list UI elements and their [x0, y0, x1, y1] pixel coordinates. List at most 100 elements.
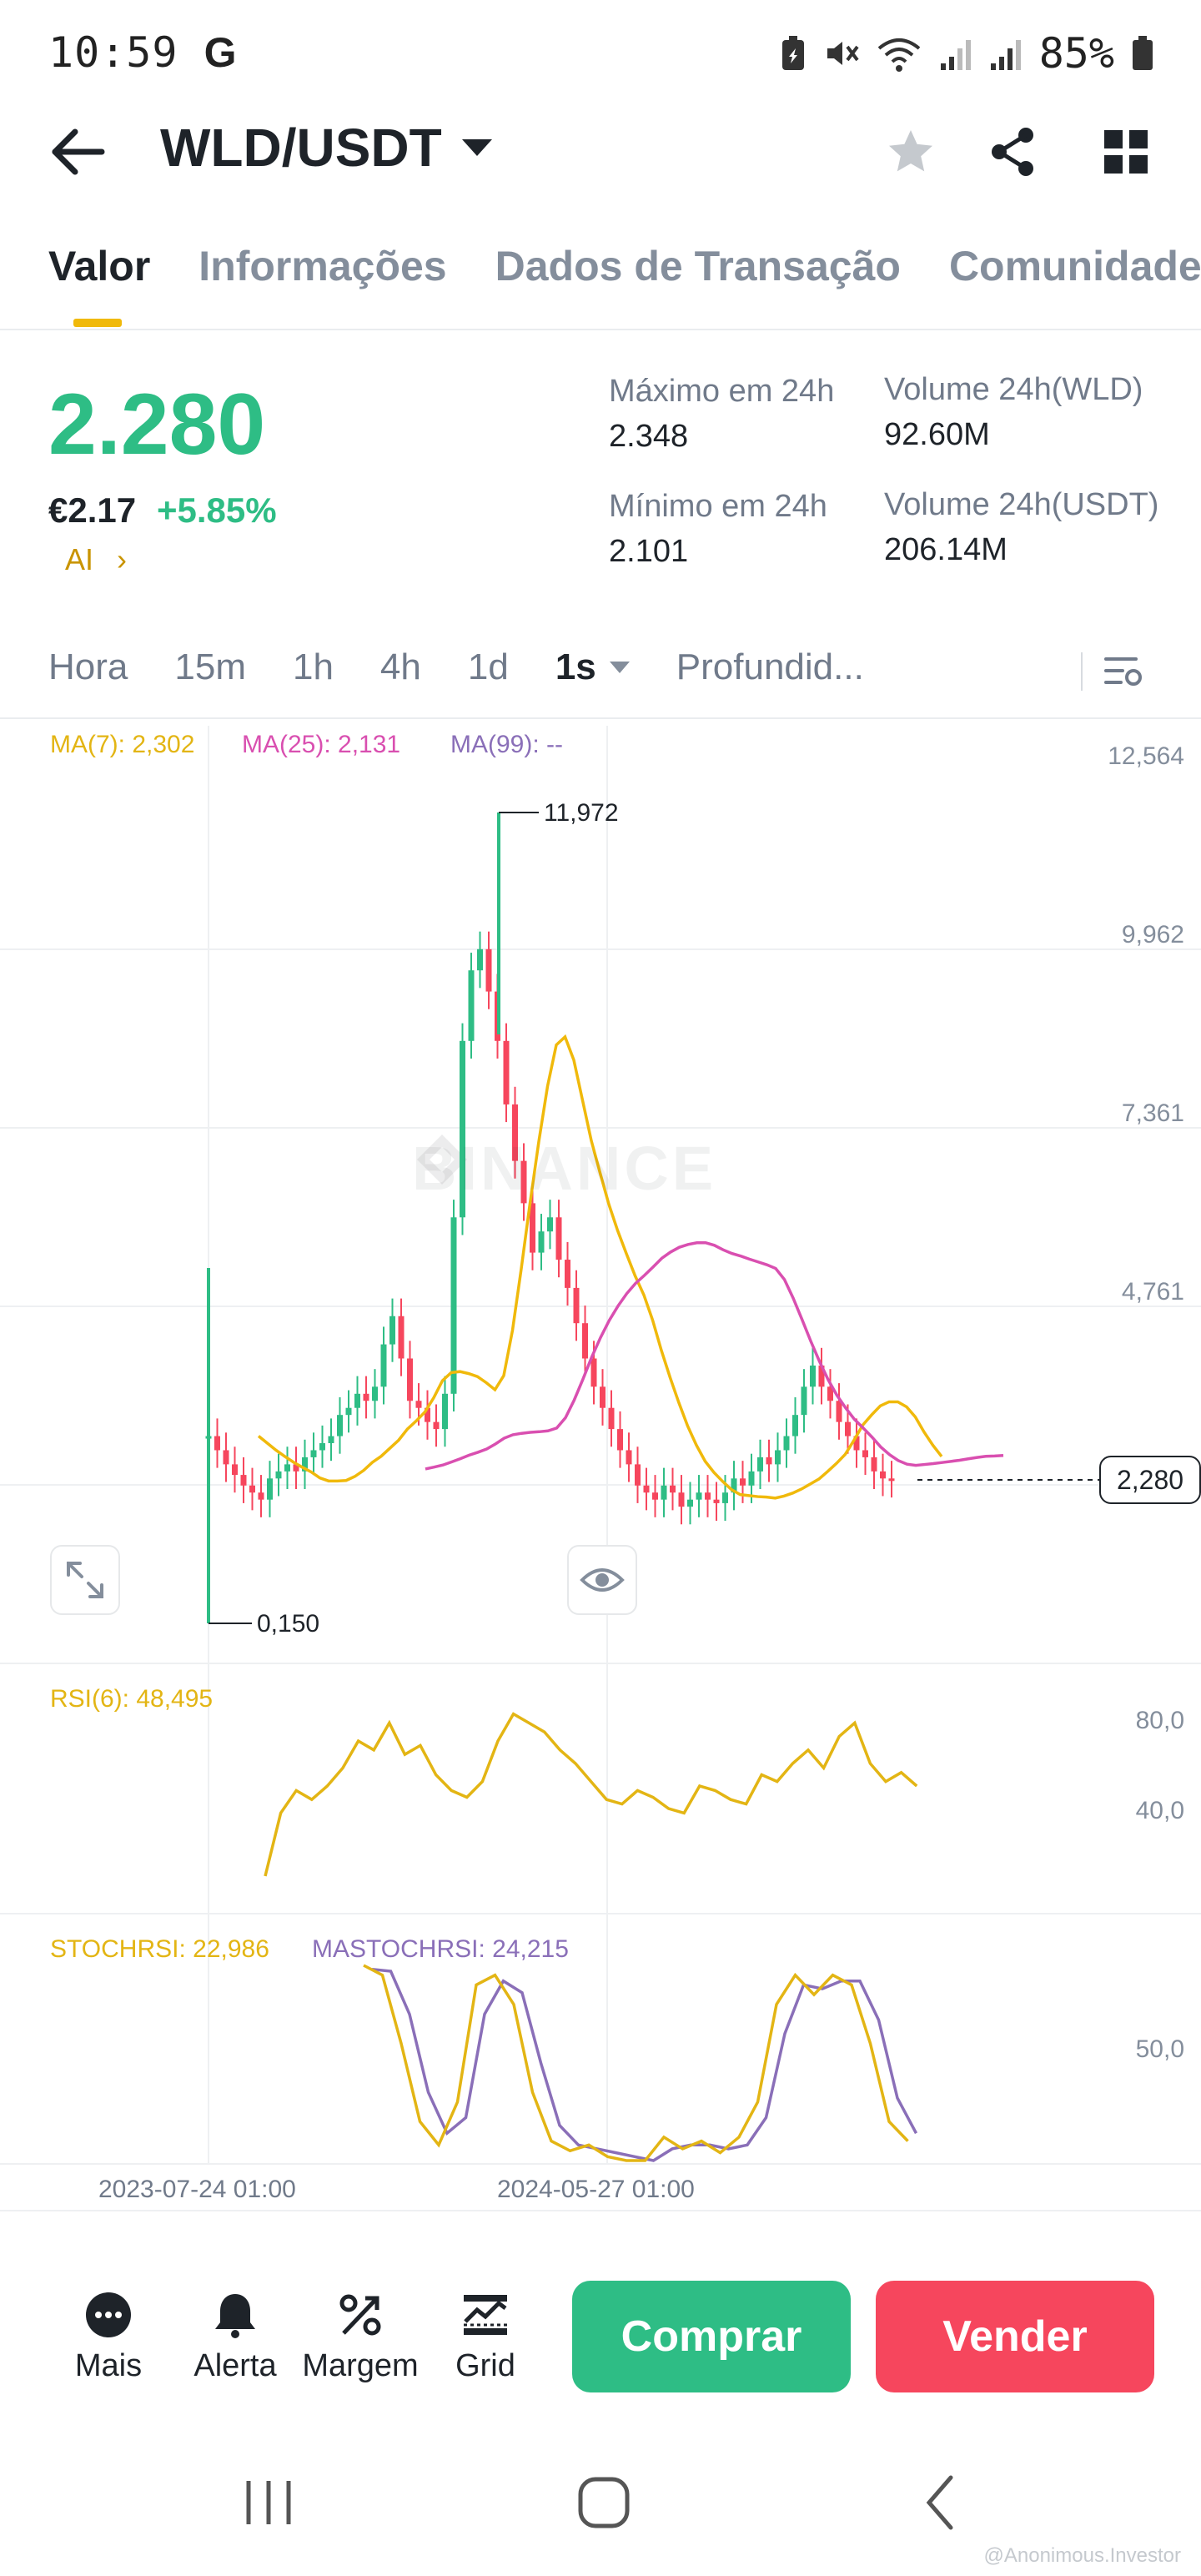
back-nav-icon[interactable]	[907, 2469, 974, 2536]
candle-body	[284, 1464, 290, 1472]
margin-label: Margem	[302, 2348, 419, 2383]
candle-body	[888, 1478, 895, 1482]
y-tick: 7,361	[1121, 1099, 1184, 1127]
candle-body	[398, 1316, 405, 1359]
candle-body	[783, 1436, 790, 1451]
candle-body	[617, 1429, 623, 1451]
candle-body	[310, 1450, 317, 1457]
candle-body	[354, 1393, 360, 1408]
candlesticks	[205, 813, 895, 1623]
candle-body	[748, 1471, 755, 1486]
kline-chart[interactable]	[0, 0, 1201, 2252]
candle-body	[836, 1401, 842, 1422]
candle-body	[345, 1407, 352, 1416]
more-button[interactable]: Mais	[50, 2290, 167, 2384]
candle-body	[372, 1386, 378, 1401]
ma7-legend: MA(7): 2,302	[50, 731, 195, 758]
candle-body	[249, 1485, 255, 1493]
candle-body	[433, 1421, 440, 1430]
high-value-label: 11,972	[544, 799, 619, 827]
alert-button[interactable]: Alerta	[177, 2290, 294, 2384]
rsi-line	[264, 1712, 918, 1877]
stochrsi-line	[363, 1964, 909, 2162]
candle-body	[267, 1478, 273, 1500]
candle-body	[635, 1464, 641, 1486]
candle-body	[389, 1316, 395, 1345]
candle-body	[573, 1287, 580, 1324]
candle-body	[240, 1475, 247, 1486]
candle-body	[415, 1401, 422, 1408]
recent-apps-icon[interactable]	[235, 2469, 302, 2536]
candle-body	[258, 1492, 264, 1500]
ma25-line	[425, 1241, 1004, 1471]
mastochrsi-line	[371, 1967, 918, 2162]
ma99-legend: MA(99): --	[450, 731, 563, 758]
visibility-button[interactable]	[567, 1545, 637, 1615]
mastochrsi-legend: MASTOCHRSI: 24,215	[312, 1935, 569, 1963]
candle-body	[363, 1393, 369, 1401]
candle-body	[565, 1260, 570, 1288]
candle-body	[713, 1499, 720, 1503]
candle-body	[380, 1344, 387, 1387]
margin-button[interactable]: Margem	[302, 2290, 419, 2384]
grid-bot-button[interactable]: Grid	[427, 2290, 544, 2384]
candle-body	[766, 1457, 772, 1465]
candle-body	[608, 1407, 615, 1430]
candle-body	[696, 1492, 702, 1500]
rsi-tick: 40,0	[1135, 1797, 1184, 1824]
candle-body	[661, 1485, 667, 1500]
x-date: 2024-05-27 01:00	[497, 2176, 695, 2203]
candle-body	[223, 1450, 229, 1465]
candle-body	[880, 1471, 886, 1479]
low-value-label: 0,150	[257, 1610, 320, 1638]
stochrsi-legend: STOCHRSI: 22,986	[50, 1935, 269, 1963]
chart-watermark: BINANCE	[412, 1134, 717, 1203]
candle-body	[407, 1358, 413, 1401]
candle-body	[538, 1231, 545, 1253]
y-tick: 9,962	[1121, 921, 1184, 948]
ma25-legend: MA(25): 2,131	[242, 731, 401, 758]
candle-body	[862, 1450, 868, 1457]
rsi-legend: RSI(6): 48,495	[50, 1685, 214, 1713]
candle-body	[626, 1450, 632, 1465]
candle-body	[555, 1217, 562, 1260]
more-icon	[83, 2290, 133, 2340]
candle-body	[450, 1217, 457, 1394]
candle-body	[442, 1393, 448, 1430]
buy-button[interactable]: Comprar	[572, 2281, 851, 2392]
margin-icon	[335, 2290, 385, 2340]
current-price-tag: 2,280	[1099, 1456, 1201, 1504]
candle-body	[845, 1421, 851, 1436]
candle-body	[705, 1492, 711, 1500]
candle-body	[214, 1436, 220, 1451]
candle-body	[652, 1492, 658, 1500]
candle-body	[600, 1386, 606, 1408]
more-label: Mais	[74, 2348, 143, 2383]
candle-body	[319, 1443, 325, 1451]
chart-grid	[0, 726, 1201, 2211]
candle-body	[590, 1358, 597, 1387]
candle-body	[722, 1492, 728, 1503]
eye-icon	[580, 1568, 625, 1592]
candle-body	[485, 948, 492, 992]
candle-body	[687, 1499, 693, 1507]
stoch-tick: 50,0	[1135, 2035, 1184, 2063]
grid-bot-label: Grid	[455, 2348, 515, 2383]
home-icon[interactable]	[570, 2469, 637, 2536]
candle-body	[477, 948, 483, 971]
sell-button[interactable]: Vender	[876, 2281, 1154, 2392]
y-tick: 12,564	[1108, 742, 1184, 770]
credit-watermark: @Anonimous.Investor	[983, 2544, 1181, 2567]
expand-icon	[67, 1562, 103, 1598]
candle-body	[275, 1471, 282, 1479]
candle-body	[757, 1457, 763, 1472]
candle-body	[775, 1450, 781, 1465]
candle-body	[547, 1217, 553, 1232]
candle-body	[643, 1485, 650, 1493]
candle-body	[792, 1415, 798, 1436]
x-date: 2023-07-24 01:00	[98, 2176, 296, 2203]
alert-label: Alerta	[193, 2348, 277, 2383]
fullscreen-button[interactable]	[50, 1545, 120, 1615]
candle-body	[871, 1457, 877, 1472]
candle-body	[740, 1478, 746, 1486]
